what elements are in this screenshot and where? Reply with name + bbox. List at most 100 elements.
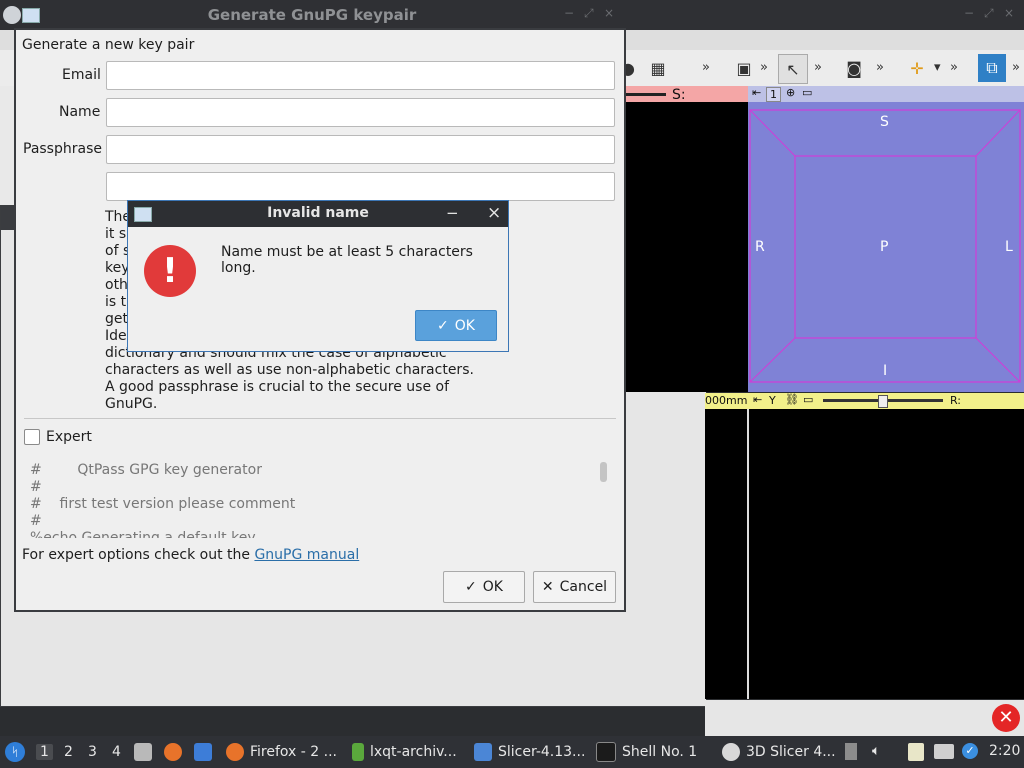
keygen-title: Generate GnuPG keypair <box>207 6 417 24</box>
slicer-icon <box>722 743 740 761</box>
more-icon[interactable]: » <box>760 60 768 75</box>
view3d-number: 1 <box>766 87 781 102</box>
task-label: Shell No. 1 <box>622 744 698 760</box>
description-text: get <box>105 311 128 327</box>
cancel-button-label: Cancel <box>559 579 608 595</box>
scrollbar-handle[interactable] <box>600 462 607 482</box>
passphrase-field[interactable] <box>106 135 615 164</box>
slice-slider[interactable] <box>622 93 666 96</box>
gnupg-manual-link[interactable]: GnuPG manual <box>254 547 359 563</box>
red-slice-controller: S: 0.0000mm <box>622 86 748 119</box>
workspace-2[interactable]: 2 <box>64 744 73 760</box>
task-slicer[interactable]: 3D Slicer 4... <box>722 740 836 764</box>
firefox-icon[interactable] <box>164 743 182 761</box>
window-icon[interactable]: ▭ <box>803 393 813 406</box>
pointer-icon[interactable]: ↖ <box>778 54 808 84</box>
orientation-right: R <box>755 239 765 255</box>
maximize-icon[interactable]: ⤢ <box>984 6 998 20</box>
orientation-inferior: I <box>883 363 888 379</box>
file-manager-icon[interactable] <box>134 743 152 761</box>
cross-icon: ✕ <box>541 579 554 595</box>
volume-icon[interactable]: 🔈︎ <box>872 743 880 759</box>
workspace-3[interactable]: 3 <box>88 744 97 760</box>
minimize-icon[interactable]: − <box>964 6 978 20</box>
red-slice-view[interactable] <box>622 102 748 392</box>
name-label: Name <box>59 104 101 120</box>
dropdown-icon[interactable]: ▾ <box>934 60 941 75</box>
task-label: 3D Slicer 4... <box>746 744 836 760</box>
clock[interactable]: 2:20 <box>989 743 1020 759</box>
ok-button-label: OK <box>482 579 503 595</box>
task-label: lxqt-archiv... <box>370 744 457 760</box>
extension-icon[interactable]: ⧉ <box>978 54 1006 82</box>
more-icon[interactable]: » <box>876 60 884 75</box>
slider-handle[interactable] <box>878 395 888 408</box>
close-icon[interactable]: × <box>1004 6 1018 20</box>
folder-icon <box>474 743 492 761</box>
description-text: key <box>105 260 130 276</box>
notification-icon[interactable]: ✓ <box>962 743 978 759</box>
error-icon: ! <box>144 245 196 297</box>
error-close-icon[interactable]: ✕ <box>992 704 1020 732</box>
name-field[interactable] <box>106 98 615 127</box>
dialog-heading: Generate a new key pair <box>22 37 195 53</box>
email-field[interactable] <box>106 61 615 90</box>
desktop-icon[interactable] <box>194 743 212 761</box>
orientation-posterior: P <box>880 239 889 255</box>
workspace-4[interactable]: 4 <box>112 744 121 760</box>
description-text: it s <box>105 226 127 242</box>
minimize-icon[interactable]: − <box>446 204 459 222</box>
expert-checkbox[interactable] <box>24 429 40 445</box>
clipboard-icon[interactable] <box>908 743 924 761</box>
script-line: # <box>30 513 42 529</box>
script-line: # first test version please comment <box>30 496 296 512</box>
workspace-1[interactable]: 1 <box>36 744 53 760</box>
start-menu-icon[interactable]: ᛋ <box>5 742 25 762</box>
more-icon[interactable]: » <box>814 60 822 75</box>
script-line: # <box>30 479 42 495</box>
layout-icon[interactable]: ▣ <box>730 54 758 82</box>
screenshot-icon[interactable]: ◙ <box>840 54 868 82</box>
orientation-superior: S <box>880 114 889 130</box>
email-label: Email <box>62 67 101 83</box>
window-icon[interactable]: ▭ <box>802 86 812 99</box>
orientation-left: L <box>1005 239 1013 255</box>
error-ok-button[interactable]: ✓ OK <box>415 310 497 341</box>
yellow-slice-view[interactable] <box>705 409 1024 699</box>
description-text: is t <box>105 294 127 310</box>
script-line: # QtPass GPG key generator <box>30 462 262 478</box>
more-icon[interactable]: » <box>1012 60 1020 75</box>
center-view-icon[interactable]: ⊕ <box>786 86 795 99</box>
task-terminal[interactable]: Shell No. 1 <box>596 740 697 764</box>
yellow-axis: Y <box>769 394 776 407</box>
more-icon[interactable]: » <box>950 60 958 75</box>
keygen-titlebar: Generate GnuPG keypair <box>0 0 624 30</box>
archive-icon <box>352 743 364 761</box>
grid-icon[interactable]: ▦ <box>644 54 672 82</box>
task-folder[interactable]: Slicer-4.13... <box>474 740 585 764</box>
crosshair-icon[interactable]: ✛ <box>903 54 931 82</box>
error-titlebar: Invalid name − × <box>128 201 508 227</box>
check-icon: ✓ <box>465 579 477 595</box>
task-archiver[interactable]: lxqt-archiv... <box>352 740 457 764</box>
status-strip <box>705 700 1024 736</box>
expert-note-text: For expert options check out the <box>22 547 255 563</box>
task-firefox[interactable]: Firefox - 2 ... <box>226 740 337 764</box>
network-icon[interactable] <box>934 744 954 759</box>
link-icon[interactable]: ⛓ <box>785 393 799 406</box>
error-ok-label: OK <box>454 317 475 334</box>
invalid-name-dialog: Invalid name − × ! Name must be at least… <box>127 200 509 352</box>
ok-button[interactable]: ✓ OK <box>443 571 525 603</box>
more-icon[interactable]: » <box>702 60 710 75</box>
pin-icon[interactable]: ⇤ <box>752 86 761 99</box>
expert-script-editor[interactable]: # QtPass GPG key generator # # first tes… <box>24 454 594 538</box>
close-icon[interactable]: × <box>487 203 501 223</box>
eject-icon[interactable] <box>845 743 857 760</box>
pin-icon[interactable]: ⇤ <box>753 393 762 406</box>
view3d-controller: ⇤ 1 ⊕ ▭ <box>748 86 1024 102</box>
passphrase-confirm-field[interactable] <box>106 172 615 201</box>
divider <box>24 418 616 419</box>
cancel-button[interactable]: ✕ Cancel <box>533 571 616 603</box>
view3d[interactable]: S R P L I <box>748 102 1024 392</box>
description-text: Ide <box>105 328 127 344</box>
